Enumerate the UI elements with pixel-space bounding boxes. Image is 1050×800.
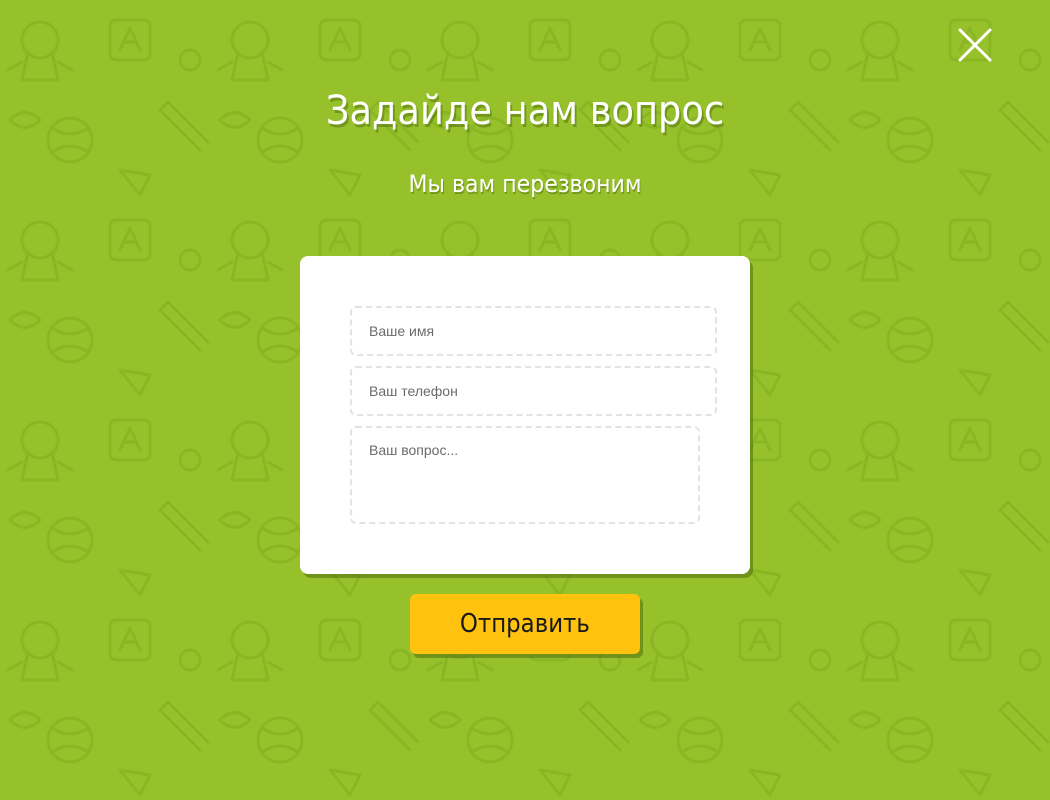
- name-input[interactable]: [350, 306, 717, 356]
- close-icon: [958, 28, 992, 62]
- modal-subtitle: Мы вам перезвоним: [408, 170, 642, 198]
- question-textarea[interactable]: [350, 426, 700, 524]
- submit-button-label: Отправить: [459, 609, 591, 639]
- submit-button[interactable]: Отправить: [410, 594, 640, 654]
- question-form-card: [300, 256, 750, 574]
- close-button[interactable]: [958, 28, 992, 62]
- modal-title: Задайде нам вопрос: [325, 88, 725, 134]
- phone-input[interactable]: [350, 366, 717, 416]
